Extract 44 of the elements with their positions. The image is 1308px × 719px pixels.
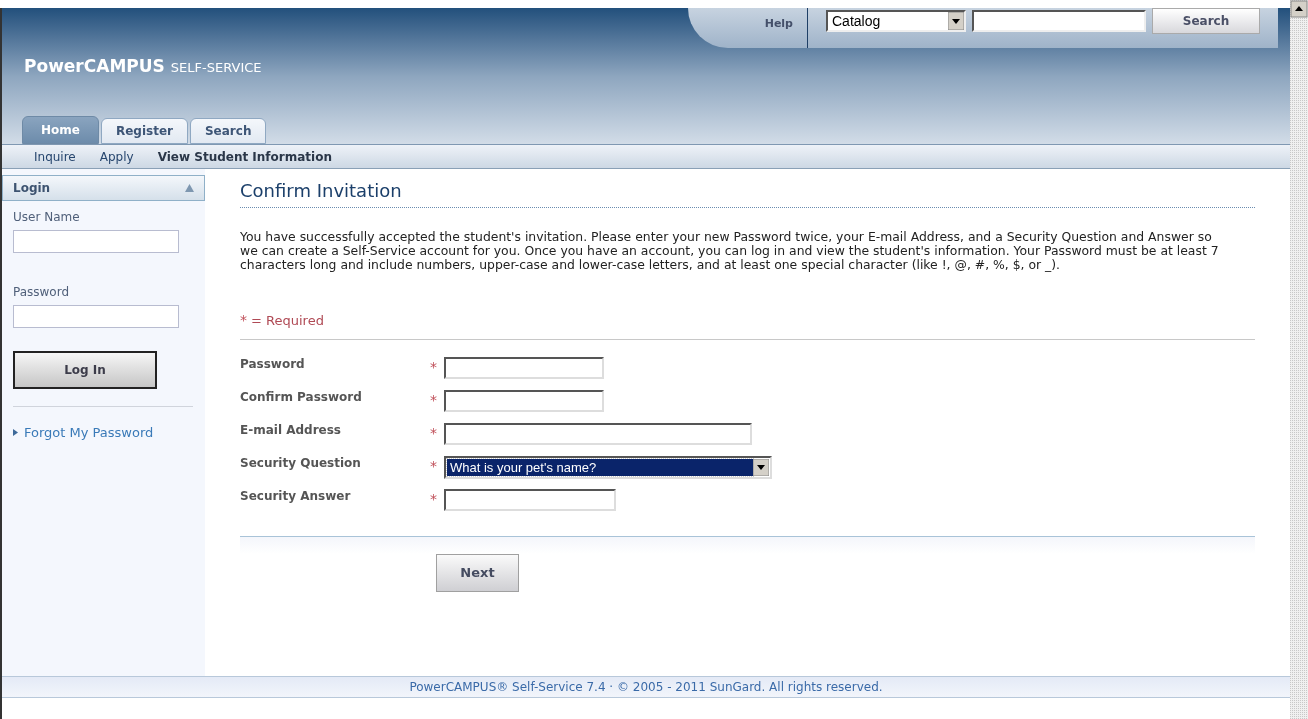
logo-title: PowerCAMPUS [24,55,165,78]
nav-tab[interactable]: Register [100,118,188,144]
search-button[interactable]: Search [1152,8,1260,34]
subnav-link[interactable]: Inquire [28,147,82,166]
required-asterisk: * [430,457,438,476]
catalog-dropdown[interactable]: Catalog [826,10,966,32]
user-name-label: User Name [13,209,81,226]
password-field[interactable] [13,305,179,328]
required-asterisk: * [240,311,247,330]
bullet-arrow-icon [13,429,18,437]
input-field[interactable] [444,489,616,511]
logo-subtitle: SELF-SERVICE [170,59,262,77]
user-name-field[interactable] [13,230,179,253]
collapse-icon[interactable] [185,184,194,192]
page-title: Confirm Invitation [240,179,403,203]
required-asterisk: * [430,358,438,377]
help-link[interactable]: Help [764,16,793,33]
subnav-link[interactable]: Apply [93,147,140,166]
intro-paragraph: You have successfully accepted the student's invitation. Please enter your new Password twice, your E-mail Address, and a Security Question and Answer so we can create a Self-Service account for you. Once you have an account, you can log in and view the student's information. Your Password must be at least 7 characters long and include numbers, upper-case and lower-case letters, and at least one special character (like !, @, #, %, $, or _). [240,230,1220,272]
dropdown-arrow-icon [948,12,964,30]
footer-copyright: PowerCAMPUS® Self-Service 7.4 · © 2005 - 2011 SunGard. All rights reserved. [409,679,883,696]
required-asterisk: * [430,391,438,410]
dropdown-arrow-icon [753,459,769,476]
field-label: Password [240,356,306,373]
scrollbar[interactable] [1290,0,1308,719]
input-field[interactable] [444,423,752,445]
nav-tab[interactable]: Search [189,118,267,144]
forgot-password-link[interactable]: Forgot My Password [24,423,154,443]
required-note: = Required [251,311,324,330]
field-label: Security Answer [240,488,352,505]
input-field[interactable] [444,390,604,412]
field-label: Security Question [240,455,362,472]
subnav-link[interactable]: View Student Information [151,147,338,166]
next-button[interactable]: Next [436,554,519,592]
input-field[interactable] [444,357,604,379]
login-title: Login [13,180,51,197]
required-asterisk: * [430,424,438,443]
password-label: Password [13,284,71,301]
field-label: E-mail Address [240,422,342,439]
log-in-button[interactable]: Log In [13,351,157,389]
search-field[interactable] [972,10,1146,32]
security-question-dropdown[interactable]: What is your pet's name? [444,456,772,479]
required-asterisk: * [430,490,438,509]
field-label: Confirm Password [240,389,363,406]
